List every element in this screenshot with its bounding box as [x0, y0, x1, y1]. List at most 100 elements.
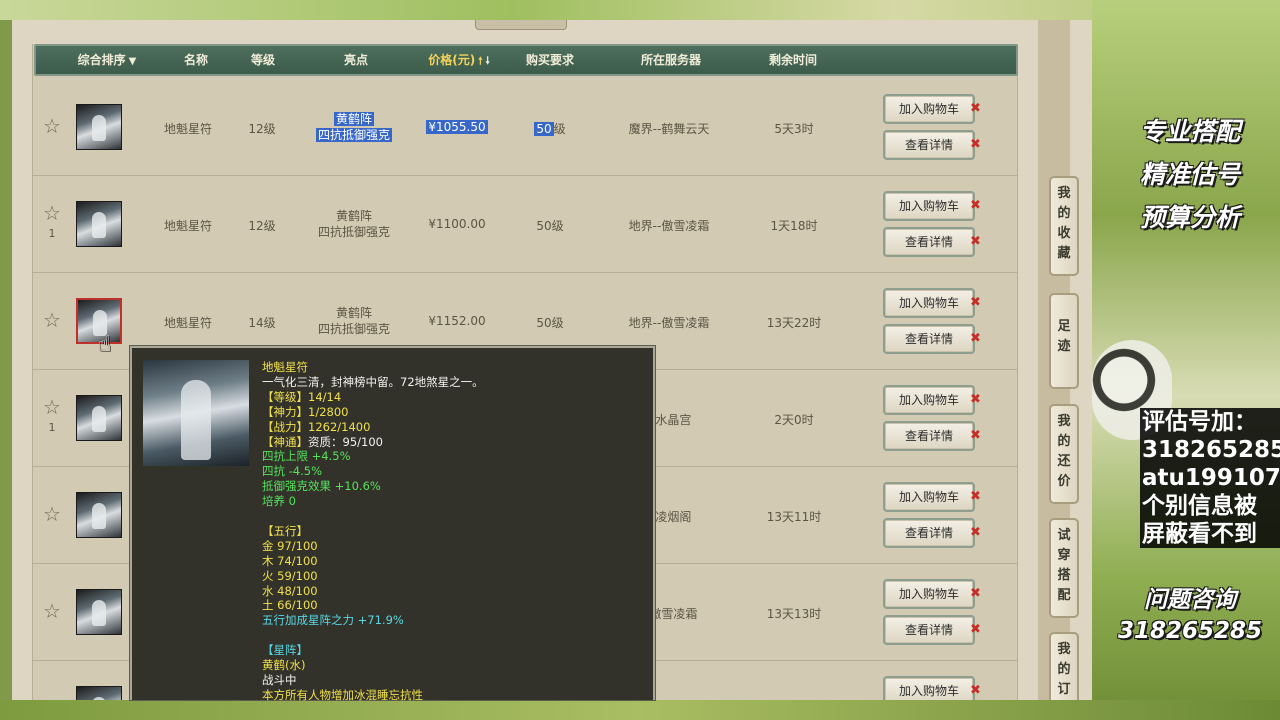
view-detail-button[interactable]: 查看详情 [883, 421, 975, 451]
star-icon[interactable]: ☆ [42, 601, 62, 621]
item-thumbnail[interactable] [76, 589, 122, 635]
item-thumbnail[interactable] [76, 395, 122, 441]
wuxing-line: 金 97/100 [262, 538, 318, 553]
item-tooltip: 地魁星符 一气化三清，封神榜中留。72地煞星之一。 【等级】14/14 【神力】… [130, 346, 655, 702]
price-sort-header[interactable]: 价格(元) 🠕 🠗 [414, 46, 504, 74]
close-icon[interactable]: ✖ [970, 587, 982, 600]
item-requirement: 50级 [534, 122, 566, 136]
item-name: 地魁星符 [163, 316, 212, 330]
highlight-line: 四抗抵御强克 [315, 128, 392, 142]
close-icon[interactable]: ✖ [970, 138, 982, 151]
stat-shenli: 【神力】1/2800 [262, 404, 349, 419]
close-icon[interactable]: ✖ [970, 526, 982, 539]
close-icon[interactable]: ✖ [970, 623, 982, 636]
item-time-left: 1天18时 [770, 219, 818, 233]
stat-level: 【等级】14/14 [262, 389, 342, 404]
close-icon[interactable]: ✖ [970, 296, 982, 309]
close-icon[interactable]: ✖ [970, 332, 982, 345]
column-server: 所在服务器 [640, 53, 701, 67]
star-icon[interactable]: ☆ [42, 397, 62, 417]
background-bottom [0, 700, 1280, 720]
item-time-left: 13天11时 [766, 510, 822, 524]
arrow-down-icon[interactable]: 🠗 [485, 56, 489, 67]
item-price: ¥1055.50 [426, 120, 488, 134]
item-portrait [143, 360, 249, 466]
wuxing-bonus: 五行加成星阵之力 +71.9% [262, 613, 404, 628]
view-detail-button[interactable]: 查看详情 [883, 615, 975, 645]
item-time-left: 13天22时 [766, 316, 822, 330]
item-requirement: 50级 [536, 316, 564, 330]
item-server: 地界--傲雪凌霜 [628, 316, 710, 330]
view-detail-button[interactable]: 查看详情 [883, 227, 975, 257]
close-icon[interactable]: ✖ [970, 199, 982, 212]
add-to-cart-button[interactable]: 加入购物车 [883, 288, 975, 318]
item-price: ¥1152.00 [428, 314, 486, 328]
item-level: 12级 [248, 122, 276, 136]
close-icon[interactable]: ✖ [970, 235, 982, 248]
sort-dropdown[interactable]: 综合排序 ▼ [72, 46, 142, 74]
side-tab-label: 足迹 [1057, 319, 1071, 354]
peiyang-line: 培养 0 [262, 494, 296, 509]
xingzhen-status: 战斗中 [262, 673, 297, 687]
item-thumbnail[interactable] [76, 201, 122, 247]
item-price: ¥1100.00 [428, 217, 486, 231]
view-detail-button[interactable]: 查看详情 [883, 130, 975, 160]
close-icon[interactable]: ✖ [970, 684, 982, 697]
column-requirement: 购买要求 [525, 53, 574, 67]
add-to-cart-button[interactable]: 加入购物车 [883, 579, 975, 609]
tab-my-orders[interactable]: 我的订 [1049, 632, 1079, 700]
item-thumbnail[interactable] [76, 104, 122, 150]
arrow-up-icon[interactable]: 🠕 [478, 56, 482, 67]
close-icon[interactable]: ✖ [970, 102, 982, 115]
highlight-line: 四抗抵御强克 [317, 225, 390, 239]
tab-my-counteroffers[interactable]: 我的还价 [1049, 404, 1079, 504]
item-level: 12级 [248, 219, 276, 233]
stat-shentong: 【神通】资质：95/100 [262, 434, 383, 449]
star-icon[interactable]: ☆ [42, 116, 62, 136]
tab-try-on[interactable]: 试穿搭配 [1049, 518, 1079, 618]
sort-label: 综合排序 [77, 53, 126, 67]
star-icon[interactable]: ☆ [42, 310, 62, 330]
price-label: 价格(元) [428, 53, 476, 67]
hand-cursor-icon: ☝ [98, 332, 112, 357]
item-thumbnail[interactable] [76, 686, 122, 700]
background-left [0, 20, 12, 700]
add-to-cart-button[interactable]: 加入购物车 [883, 482, 975, 512]
column-highlight: 亮点 [343, 53, 368, 67]
add-to-cart-button[interactable]: 加入购物车 [883, 385, 975, 415]
star-icon[interactable]: ☆ [42, 203, 62, 223]
view-detail-button[interactable]: 查看详情 [883, 518, 975, 548]
item-name: 地魁星符 [163, 122, 212, 136]
close-icon[interactable]: ✖ [970, 490, 982, 503]
item-thumbnail[interactable] [76, 492, 122, 538]
item-time-left: 5天3时 [774, 122, 814, 136]
item-server: 地界--傲雪凌霜 [628, 219, 710, 233]
contact-line: 屏蔽看不到 [1142, 521, 1257, 547]
bonus-line: 四抗上限 +4.5% [262, 449, 351, 464]
close-icon[interactable]: ✖ [970, 429, 982, 442]
item-time-left: 13天13时 [766, 607, 822, 621]
tab-my-favorites[interactable]: 我的收藏 [1049, 176, 1079, 276]
item-requirement: 50级 [536, 219, 564, 233]
item-time-left: 2天0时 [774, 413, 814, 427]
wuxing-header: 【五行】 [262, 523, 308, 538]
star-icon[interactable]: ☆ [42, 504, 62, 524]
item-name: 地魁星符 [163, 219, 212, 233]
promo-text: 精准估号 [1139, 160, 1240, 189]
side-tab-label: 我的订 [1057, 642, 1071, 697]
column-time-left: 剩余时间 [768, 53, 817, 67]
panel-top-tab[interactable] [475, 20, 567, 30]
wuxing-line: 水 48/100 [262, 583, 318, 598]
view-detail-button[interactable]: 查看详情 [883, 324, 975, 354]
contact-line: atu199107 [1142, 465, 1280, 491]
tab-footprints[interactable]: 足迹 [1049, 293, 1079, 389]
highlight-line: 黄鹤阵 [333, 112, 374, 126]
column-level: 等级 [250, 53, 275, 67]
highlight-line: 黄鹤阵 [335, 306, 372, 320]
side-tab-label: 我的收藏 [1057, 186, 1071, 261]
close-icon[interactable]: ✖ [970, 393, 982, 406]
add-to-cart-button[interactable]: 加入购物车 [883, 94, 975, 124]
add-to-cart-button[interactable]: 加入购物车 [883, 191, 975, 221]
add-to-cart-button[interactable]: 加入购物车 [883, 676, 975, 700]
consult-number: 318265285 [1117, 618, 1263, 644]
